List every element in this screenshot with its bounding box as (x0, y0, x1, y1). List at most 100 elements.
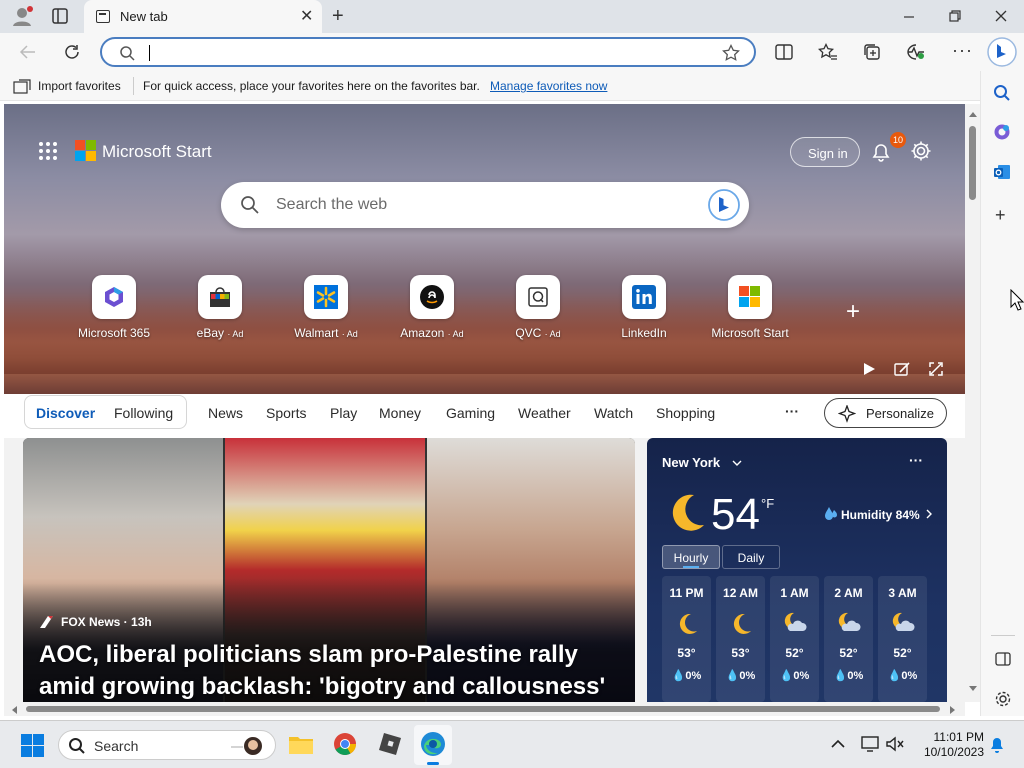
split-screen-icon[interactable] (775, 44, 793, 60)
settings-more-icon[interactable]: ··· (952, 41, 973, 59)
tab-watch[interactable]: Watch (594, 405, 633, 421)
chrome-icon[interactable] (333, 732, 357, 756)
back-icon[interactable] (19, 43, 37, 61)
system-clock[interactable]: 11:01 PM 10/10/2023 (912, 730, 984, 760)
app-launcher-icon[interactable] (38, 141, 58, 161)
weather-more-icon[interactable]: ··· (909, 452, 923, 468)
hide-sidebar-icon[interactable] (995, 652, 1011, 666)
browser-essentials-icon[interactable] (906, 42, 926, 62)
favorites-icon[interactable] (818, 43, 838, 61)
hourly-forecast-item: 12 AM 53° 💧0% (716, 576, 765, 702)
sign-in-button[interactable]: Sign in (790, 137, 860, 167)
sidebar-settings-icon[interactable] (994, 690, 1012, 708)
restore-icon[interactable] (948, 9, 962, 23)
quick-link-amazon[interactable]: Amazon · Ad (377, 275, 487, 340)
tab-sports[interactable]: Sports (266, 405, 306, 421)
minimize-icon[interactable] (902, 10, 916, 24)
microsoft-365-icon[interactable] (993, 123, 1011, 141)
favorite-star-icon[interactable] (722, 44, 740, 62)
roblox-icon[interactable] (378, 732, 402, 756)
taskbar-search-box[interactable]: Search (58, 730, 276, 760)
add-sidebar-app-icon[interactable]: + (995, 205, 1006, 226)
moon-cloud-icon (784, 612, 807, 631)
horizontal-scrollbar[interactable] (4, 702, 965, 716)
windows-start-icon[interactable] (21, 734, 44, 757)
search-icon (241, 196, 259, 214)
tab-weather[interactable]: Weather (518, 405, 571, 421)
new-tab-icon (96, 10, 110, 23)
weather-city[interactable]: New York (662, 455, 720, 470)
web-search-box[interactable]: Search the web (221, 182, 749, 228)
vertical-scrollbar[interactable] (965, 104, 980, 702)
notification-bell-icon[interactable] (988, 735, 1006, 755)
scroll-right-icon[interactable] (949, 705, 957, 715)
quick-link-microsoft-365[interactable]: Microsoft 365 (59, 275, 169, 340)
precip-drop-icon: 💧 (833, 670, 848, 682)
more-tabs-button[interactable]: ··· (785, 403, 799, 419)
outlook-icon[interactable] (993, 163, 1011, 181)
new-tab-button[interactable]: + (332, 6, 344, 26)
manage-favorites-link[interactable]: Manage favorites now (490, 79, 607, 93)
sidebar-search-icon[interactable] (993, 84, 1011, 102)
hourly-forecast-item: 11 PM 53° 💧0% (662, 576, 711, 702)
news-headline[interactable]: AOC, liberal politicians slam pro-Palest… (39, 639, 629, 702)
chevron-right-icon[interactable] (925, 508, 933, 520)
close-tab-icon[interactable]: ✕ (300, 6, 313, 26)
file-explorer-icon[interactable] (288, 733, 314, 755)
tab-discover[interactable]: Discover (36, 405, 95, 421)
address-bar[interactable] (100, 37, 756, 67)
volume-muted-icon[interactable] (886, 736, 904, 752)
personalize-button[interactable]: Personalize (824, 398, 947, 428)
quick-link-microsoft-start[interactable]: Microsoft Start (695, 275, 805, 340)
web-search-placeholder: Search the web (276, 196, 388, 213)
profile-icon[interactable] (11, 5, 35, 27)
top-news-card[interactable]: FOX News · 13h AOC, liberal politicians … (23, 438, 635, 702)
search-icon (120, 46, 135, 61)
bing-chat-icon[interactable] (707, 188, 741, 222)
tab-play[interactable]: Play (330, 405, 357, 421)
quick-link-ebay[interactable]: eBay · Ad (165, 275, 275, 340)
tab-new-tab[interactable]: New tab ✕ (84, 0, 322, 33)
add-quick-link-icon[interactable]: + (846, 298, 860, 326)
tab-shopping[interactable]: Shopping (656, 405, 715, 421)
scroll-down-icon[interactable] (968, 685, 978, 693)
tab-daily[interactable]: Daily (722, 545, 780, 569)
tab-following[interactable]: Following (114, 405, 173, 421)
feed-navigation: Discover Following News Sports Play Mone… (4, 394, 965, 438)
collections-icon[interactable] (863, 43, 881, 61)
scrollbar-thumb[interactable] (969, 126, 976, 200)
title-bar: New tab ✕ + (0, 0, 1024, 33)
quick-link-qvc[interactable]: QVC · Ad (483, 275, 593, 340)
import-favorites-button[interactable]: Import favorites (38, 79, 121, 93)
brand-title: Microsoft Start (102, 142, 212, 161)
tab-money[interactable]: Money (379, 405, 421, 421)
copilot-icon[interactable] (986, 36, 1018, 68)
quick-link-linkedin[interactable]: LinkedIn (589, 275, 699, 340)
taskbar-edge-button[interactable] (414, 725, 452, 765)
quick-link-walmart[interactable]: Walmart · Ad (271, 275, 381, 340)
favorites-hint: For quick access, place your favorites h… (143, 79, 480, 93)
close-window-icon[interactable] (994, 9, 1008, 23)
chevron-down-icon[interactable] (731, 458, 743, 468)
moon-icon (679, 613, 697, 634)
tab-actions-icon[interactable] (52, 8, 68, 24)
network-icon[interactable] (861, 736, 879, 752)
notifications-bell-icon[interactable] (870, 141, 892, 163)
tab-gaming[interactable]: Gaming (446, 405, 495, 421)
forecast-time: 1 AM (780, 586, 809, 600)
scrollbar-thumb[interactable] (26, 706, 940, 712)
scroll-left-icon[interactable] (10, 705, 18, 715)
mouse-cursor-icon (1010, 289, 1024, 311)
play-video-icon[interactable] (862, 362, 876, 376)
page-settings-gear-icon[interactable] (910, 140, 932, 162)
edit-background-icon[interactable] (894, 361, 910, 377)
scroll-up-icon[interactable] (968, 110, 978, 118)
import-favorites-icon (13, 79, 31, 94)
weather-card[interactable]: New York ··· 54 °F Humidity 84% Hourly D… (647, 438, 947, 702)
show-hidden-icons-chevron-icon[interactable] (831, 739, 845, 749)
tab-title: New tab (120, 9, 168, 24)
fullscreen-icon[interactable] (929, 362, 943, 376)
tab-news[interactable]: News (208, 405, 243, 421)
forecast-temp: 53° (677, 646, 696, 660)
refresh-icon[interactable] (63, 43, 81, 61)
